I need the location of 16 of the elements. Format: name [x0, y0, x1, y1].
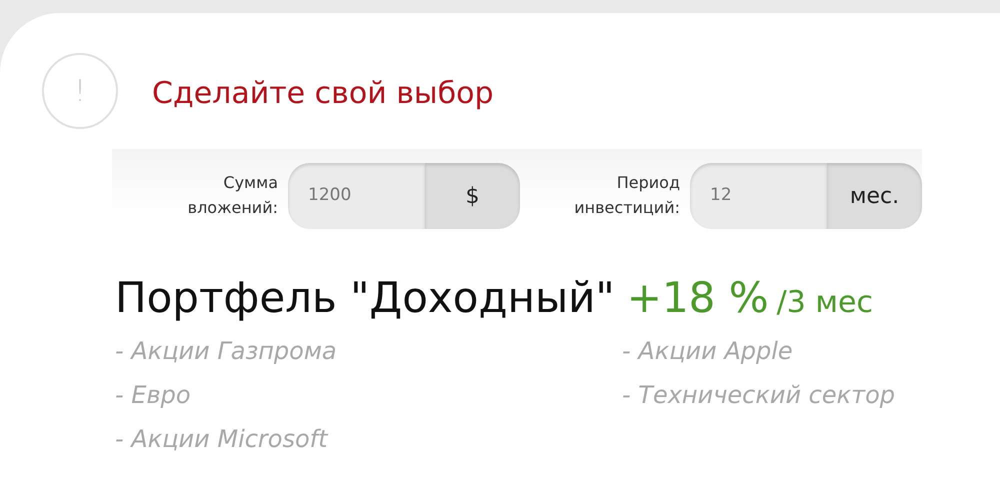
- return-value: +18 %: [626, 273, 769, 324]
- input-field[interactable]: 12: [690, 163, 827, 229]
- field-label: Период инвестиций:: [573, 172, 680, 219]
- input-field[interactable]: 1200: [288, 163, 425, 229]
- unit-label: $: [425, 163, 520, 229]
- holding-item: - Акции Apple: [622, 336, 794, 368]
- holding-item: - Акции Газпрома: [115, 336, 338, 368]
- portfolio-title: Портфель "Доходный": [115, 273, 615, 324]
- holding-item: - Технический сектор: [622, 380, 896, 412]
- holding-item: - Евро: [115, 380, 192, 412]
- alert-icon: !: [42, 53, 118, 129]
- holding-item: - Акции Microsoft: [115, 424, 330, 456]
- return-period: /3 мес: [776, 285, 873, 321]
- unit-label: мес.: [827, 163, 922, 229]
- field-label: Сумма вложений:: [186, 172, 278, 219]
- prompt-title: Сделайте свой выбор: [152, 74, 494, 112]
